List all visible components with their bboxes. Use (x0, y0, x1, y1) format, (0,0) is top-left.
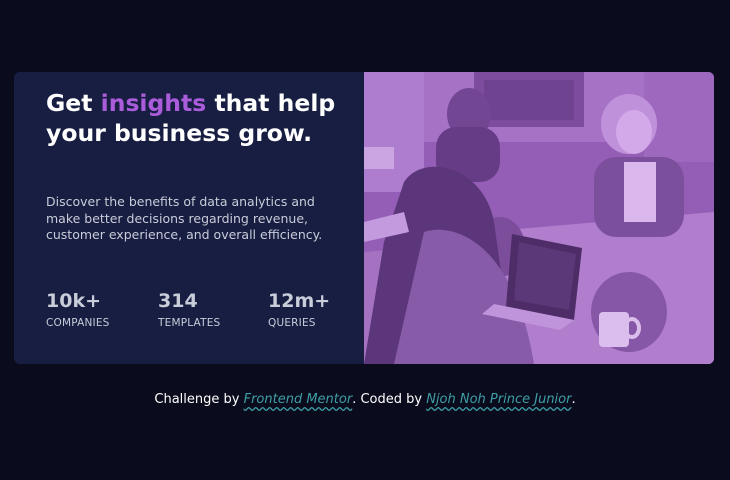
title-prefix: Get (46, 89, 101, 117)
stat-companies: 10k+ COMPANIES (46, 289, 110, 330)
office-photo-illustration (364, 72, 714, 364)
title-accent-word: insights (100, 89, 207, 117)
frontend-mentor-link[interactable]: Frontend Mentor (244, 392, 353, 407)
stat-value: 10k+ (46, 290, 101, 312)
stat-value: 314 (158, 290, 198, 312)
footer-prefix: Challenge by (154, 392, 244, 407)
card-content: Get insights that help your business gro… (14, 72, 364, 364)
footer-middle: . Coded by (352, 392, 427, 407)
card-description: Discover the benefits of data analytics … (46, 194, 323, 242)
author-link[interactable]: Njoh Noh Prince Junior (426, 392, 571, 407)
attribution-footer: Challenge by Frontend Mentor. Coded by N… (0, 390, 730, 410)
card-title: Get insights that help your business gro… (46, 88, 346, 148)
footer-suffix: . (571, 392, 576, 407)
stat-queries: 12m+ QUERIES (268, 289, 330, 330)
stat-label: COMPANIES (46, 317, 110, 329)
stat-label: QUERIES (268, 317, 316, 329)
stat-value: 12m+ (268, 290, 331, 312)
office-team-photo (364, 72, 714, 364)
stat-label: TEMPLATES (158, 317, 221, 329)
stat-templates: 314 TEMPLATES (158, 289, 220, 330)
stats-preview-card: Get insights that help your business gro… (14, 72, 714, 364)
